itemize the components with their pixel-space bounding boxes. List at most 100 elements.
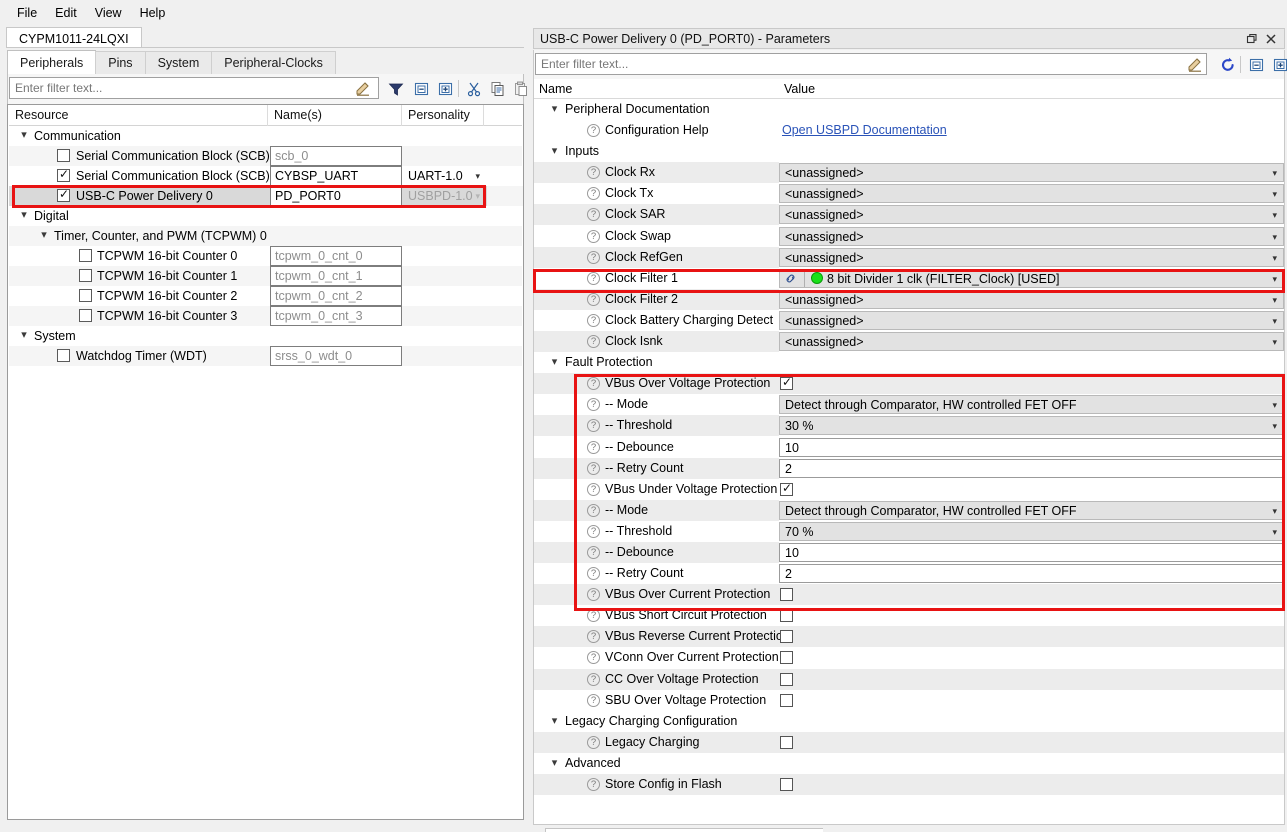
help-icon[interactable]: ? [587, 229, 600, 243]
clear-filter-icon[interactable] [1184, 54, 1205, 75]
tree-row-scb0[interactable]: Serial Communication Block (SCB) 0 scb_0 [9, 146, 522, 166]
help-icon[interactable]: ? [587, 440, 600, 454]
parameters-filter-input[interactable] [536, 54, 1206, 74]
param-row-threshold-15[interactable]: ? -- Threshold 30 % ▾ [534, 415, 1284, 437]
param-dropdown[interactable]: <unassigned> ▾ [779, 310, 1284, 330]
tree-row-tcpwm-counter-1[interactable]: TCPWM 16-bit Counter 1 tcpwm_0_cnt_1 [9, 266, 522, 286]
param-dropdown[interactable]: <unassigned> ▾ [779, 184, 1284, 204]
param-checkbox[interactable] [780, 630, 793, 644]
checkbox-tcpwm-counter-1[interactable] [79, 269, 92, 282]
param-row-legacy-charging-30[interactable]: ? Legacy Charging [534, 731, 1284, 753]
param-row-vbus-short-circuit-protection-24[interactable]: ? VBus Short Circuit Protection [534, 605, 1284, 626]
tab-peripheral-clocks[interactable]: Peripheral-Clocks [211, 51, 336, 74]
checkbox-tcpwm-counter-3[interactable] [79, 309, 92, 322]
param-checkbox[interactable] [780, 735, 793, 749]
param-group-peripheral-documentation[interactable]: ▾ Peripheral Documentation [534, 99, 1284, 120]
name-field-tcpwm0[interactable]: tcpwm_0_cnt_0 [270, 246, 402, 266]
checkbox-watchdog-timer[interactable] [57, 349, 70, 362]
chevron-down-icon[interactable]: ▾ [17, 126, 31, 146]
menu-help[interactable]: Help [131, 3, 175, 23]
param-dropdown[interactable]: <unassigned> ▾ [779, 163, 1284, 183]
tree-row-watchdog-timer[interactable]: Watchdog Timer (WDT) srss_0_wdt_0 [9, 346, 522, 366]
param-checkbox[interactable] [780, 778, 793, 791]
name-field-scb1[interactable]: CYBSP_UART [270, 166, 402, 186]
close-icon[interactable] [1262, 31, 1279, 47]
param-checkbox[interactable] [780, 480, 793, 496]
chevron-down-icon[interactable]: ▾ [548, 141, 561, 162]
expand-all-icon[interactable] [1270, 54, 1287, 75]
help-icon[interactable]: ? [587, 313, 600, 327]
param-dropdown[interactable]: Detect through Comparator, HW controlled… [779, 395, 1284, 415]
left-filter-input-wrapper[interactable] [9, 77, 379, 99]
expand-all-icon[interactable] [435, 78, 456, 99]
collapse-all-icon[interactable] [1246, 54, 1267, 75]
param-text-input[interactable]: 10 [779, 542, 1284, 562]
column-header-personality[interactable]: Personality [402, 105, 484, 126]
menu-view[interactable]: View [86, 3, 131, 23]
name-field-wdt[interactable]: srss_0_wdt_0 [270, 346, 402, 366]
clear-filter-icon[interactable] [352, 78, 373, 99]
cut-icon[interactable] [463, 78, 484, 99]
tab-pins[interactable]: Pins [95, 51, 146, 74]
column-header-resource[interactable]: Resource [9, 105, 268, 126]
help-icon[interactable]: ? [587, 567, 600, 581]
param-row-cc-over-voltage-protection-27[interactable]: ? CC Over Voltage Protection [534, 668, 1284, 690]
help-icon[interactable]: ? [587, 124, 600, 138]
open-usbpd-documentation-link[interactable]: Open USBPD Documentation [782, 120, 947, 141]
tab-peripherals[interactable]: Peripherals [7, 50, 97, 74]
param-row-clock-sar-5[interactable]: ? Clock SAR <unassigned> ▾ [534, 204, 1284, 226]
param-row-clock-refgen-7[interactable]: ? Clock RefGen <unassigned> ▾ [534, 246, 1284, 268]
name-field-usbc-pd0[interactable]: PD_PORT0 [270, 186, 402, 206]
param-row-clock-filter-1-8[interactable]: ? Clock Filter 1 8 bit Divider 1 clk (FILT… [534, 268, 1284, 289]
checkbox-tcpwm-counter-0[interactable] [79, 249, 92, 262]
collapse-all-icon[interactable] [411, 78, 432, 99]
param-checkbox[interactable] [780, 609, 793, 623]
help-icon[interactable]: ? [587, 693, 600, 707]
bottom-tab-parameters[interactable]: USB-C Power Delivery 0 (PD_PORT0) - Para… [545, 828, 858, 832]
help-icon[interactable]: ? [587, 271, 600, 285]
param-row-mode-19[interactable]: ? -- Mode Detect through Comparator, HW co… [534, 499, 1284, 521]
help-icon[interactable]: ? [587, 545, 600, 559]
menu-edit[interactable]: Edit [46, 3, 86, 23]
name-field-scb0[interactable]: scb_0 [270, 146, 402, 166]
param-row-clock-isnk-11[interactable]: ? Clock Isnk <unassigned> ▾ [534, 331, 1284, 353]
column-header-name[interactable]: Name [534, 79, 779, 99]
restore-icon[interactable] [1243, 31, 1260, 47]
param-row-vconn-over-current-protection-26[interactable]: ? VConn Over Current Protection [534, 647, 1284, 668]
chevron-down-icon[interactable]: ▾ [17, 326, 31, 346]
param-row-clock-tx-4[interactable]: ? Clock Tx <unassigned> ▾ [534, 183, 1284, 204]
menu-file[interactable]: File [8, 3, 46, 23]
param-dropdown[interactable]: <unassigned> ▾ [779, 289, 1284, 309]
chevron-down-icon[interactable]: ▾ [548, 711, 561, 732]
param-checkbox[interactable] [780, 588, 793, 602]
param-row-configuration-help-1[interactable]: ? Configuration Help Open USBPD Documentat… [534, 120, 1284, 141]
param-row-store-config-in-flash-32[interactable]: ? Store Config in Flash [534, 774, 1284, 795]
param-group-inputs[interactable]: ▾ Inputs [534, 141, 1284, 162]
param-group-legacy-charging-configuration[interactable]: ▾ Legacy Charging Configuration [534, 711, 1284, 732]
tree-row-tcpwm-counter-0[interactable]: TCPWM 16-bit Counter 0 tcpwm_0_cnt_0 [9, 246, 522, 266]
help-icon[interactable]: ? [587, 250, 600, 264]
param-checkbox[interactable] [780, 693, 793, 707]
param-dropdown[interactable]: <unassigned> ▾ [779, 205, 1284, 225]
name-field-tcpwm1[interactable]: tcpwm_0_cnt_1 [270, 266, 402, 286]
bottom-tab-code-preview[interactable]: Code Preview [823, 828, 921, 832]
help-icon[interactable]: ? [587, 482, 600, 496]
param-row-clock-swap-6[interactable]: ? Clock Swap <unassigned> ▾ [534, 226, 1284, 247]
clock-filter-1-dropdown[interactable]: 8 bit Divider 1 clk (FILTER_Clock) [USED… [779, 268, 1284, 288]
param-dropdown[interactable]: <unassigned> ▾ [779, 332, 1284, 352]
param-row-sbu-over-voltage-protection-28[interactable]: ? SBU Over Voltage Protection [534, 690, 1284, 711]
tree-row-system[interactable]: ▾ System [9, 326, 522, 346]
param-row-debounce-21[interactable]: ? -- Debounce 10 [534, 541, 1284, 563]
help-icon[interactable]: ? [587, 778, 600, 791]
column-header-names[interactable]: Name(s) [268, 105, 402, 126]
tree-row-tcpwm-group[interactable]: ▾ Timer, Counter, and PWM (TCPWM) 0 [9, 226, 522, 246]
tree-row-tcpwm-counter-3[interactable]: TCPWM 16-bit Counter 3 tcpwm_0_cnt_3 [9, 306, 522, 326]
help-icon[interactable]: ? [587, 672, 600, 686]
param-checkbox[interactable] [780, 672, 793, 686]
param-row-retry-count-22[interactable]: ? -- Retry Count 2 [534, 563, 1284, 584]
param-row-debounce-16[interactable]: ? -- Debounce 10 [534, 437, 1284, 458]
name-field-tcpwm3[interactable]: tcpwm_0_cnt_3 [270, 306, 402, 326]
help-icon[interactable]: ? [587, 503, 600, 517]
help-icon[interactable]: ? [587, 524, 600, 538]
param-row-clock-filter-2-9[interactable]: ? Clock Filter 2 <unassigned> ▾ [534, 288, 1284, 310]
